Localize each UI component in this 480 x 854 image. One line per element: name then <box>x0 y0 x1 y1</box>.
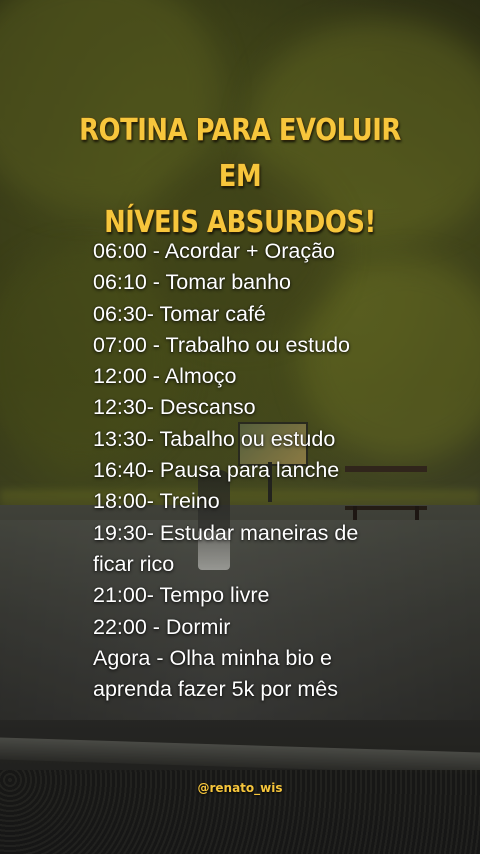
title-line-2: NÍVEIS ABSURDOS! <box>104 205 376 240</box>
schedule-item: 19:30- Estudar maneiras de <box>93 520 359 545</box>
schedule-item: 16:40- Pausa para lanche <box>93 458 340 483</box>
schedule-item: 06:30- Tomar café <box>93 301 266 326</box>
schedule-item: 22:00 - Dormir <box>93 614 231 639</box>
schedule-item: 12:30- Descanso <box>93 395 256 420</box>
schedule-item: 13:30- Tabalho ou estudo <box>93 426 336 451</box>
schedule-list: 06:00 - Acordar + Oração 06:10 - Tomar b… <box>93 236 473 705</box>
author-handle: @renato_wis <box>197 781 283 795</box>
schedule-item: 06:10 - Tomar banho <box>93 270 292 295</box>
page-title: ROTINA PARA EVOLUIR EM NÍVEIS ABSURDOS! <box>68 108 412 246</box>
schedule-item: ficar rico <box>93 551 175 576</box>
schedule-item: 18:00- Treino <box>93 489 220 514</box>
title-line-1: ROTINA PARA EVOLUIR EM <box>79 113 401 194</box>
schedule-item: 21:00- Tempo livre <box>93 583 270 608</box>
schedule-item: Agora - Olha minha bio e <box>93 645 333 670</box>
schedule-item: aprenda fazer 5k por mês <box>93 677 338 702</box>
schedule-item: 12:00 - Almoço <box>93 364 237 389</box>
schedule-item: 06:00 - Acordar + Oração <box>93 239 336 263</box>
schedule-item: 07:00 - Trabalho ou estudo <box>93 332 350 357</box>
